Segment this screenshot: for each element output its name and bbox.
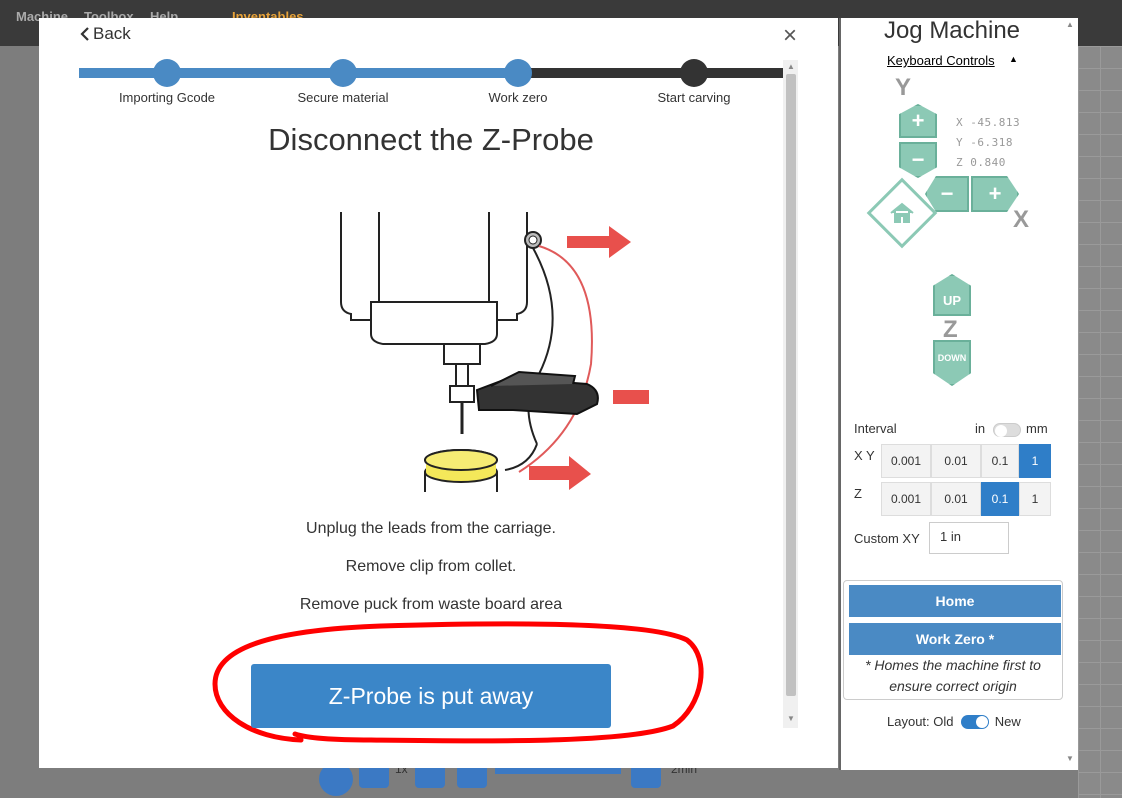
custom-xy-input[interactable]: 1 in xyxy=(929,522,1009,554)
back-label: Back xyxy=(93,24,131,43)
layout-new-label: New xyxy=(994,714,1021,729)
home-jog-button[interactable] xyxy=(866,177,938,249)
coord-y: Y -6.318 xyxy=(956,136,1013,149)
z-opt-01[interactable]: 0.1 xyxy=(981,482,1019,516)
zprobe-put-away-button[interactable]: Z-Probe is put away xyxy=(251,664,611,728)
axis-y-label: Y xyxy=(895,74,912,101)
keyboard-controls-link[interactable]: Keyboard Controls xyxy=(887,53,995,68)
unit-toggle-knob xyxy=(995,425,1007,437)
stop-button[interactable] xyxy=(359,768,389,788)
back-button[interactable]: Back xyxy=(80,24,131,44)
caret-up-icon[interactable]: ▲ xyxy=(1009,54,1018,64)
axis-x-label: X xyxy=(1013,206,1030,233)
stepper-line-done xyxy=(79,68,517,78)
z-opt-0001[interactable]: 0.001 xyxy=(881,482,931,516)
unit-toggle[interactable] xyxy=(993,423,1021,437)
playback-controls: 1x 2min xyxy=(39,762,1078,798)
jog-y-minus-button[interactable]: − xyxy=(899,142,937,178)
home-workzero-box: Home Work Zero * * Homes the machine fir… xyxy=(843,580,1063,700)
custom-xy-label: Custom XY xyxy=(854,531,920,546)
carve-wizard-modal: Back × Importing Gcode Secure material W… xyxy=(39,18,838,768)
zprobe-illustration xyxy=(340,212,649,492)
xy-opt-1[interactable]: 1 xyxy=(1019,444,1051,478)
canvas-grid xyxy=(1078,46,1122,798)
step-label-work-zero: Work zero xyxy=(488,90,548,105)
jog-x-plus-button[interactable]: + xyxy=(971,176,1019,212)
xy-opt-001[interactable]: 0.01 xyxy=(931,444,981,478)
work-zero-note: * Homes the machine first to ensure corr… xyxy=(865,657,1041,694)
jog-title: Jog Machine xyxy=(883,17,1021,44)
z-interval-selector: 0.001 0.01 0.1 1 xyxy=(881,482,1051,516)
jog-y-plus-button[interactable]: + xyxy=(899,104,937,138)
layout-toggle-knob xyxy=(976,715,989,728)
jog-z-down-button[interactable]: DOWN xyxy=(933,340,971,386)
layout-switch-row: Layout: Old New xyxy=(887,714,1021,730)
fast-forward-button[interactable] xyxy=(631,768,661,788)
chevron-left-icon xyxy=(80,27,89,41)
step-dot-secure xyxy=(329,59,357,87)
unit-mm-label: mm xyxy=(1026,421,1048,436)
instruction-1: Unplug the leads from the carriage. xyxy=(306,520,556,537)
rewind-button[interactable] xyxy=(457,768,487,788)
jog-scroll-down-icon[interactable]: ▼ xyxy=(1066,754,1074,763)
coord-z: Z 0.840 xyxy=(956,156,1006,169)
z-opt-1[interactable]: 1 xyxy=(1019,482,1051,516)
scroll-down-icon[interactable]: ▼ xyxy=(787,714,795,723)
jog-machine-panel: Jog Machine Keyboard Controls ▲ Y X Z X … xyxy=(839,17,1078,770)
up-label: UP xyxy=(942,292,962,308)
xy-interval-selector: 0.001 0.01 0.1 1 xyxy=(881,444,1051,478)
unit-in-label: in xyxy=(975,421,986,436)
modal-scrollbar-thumb[interactable] xyxy=(786,74,796,696)
step-label-secure: Secure material xyxy=(297,90,389,105)
step-label-start: Start carving xyxy=(657,90,731,105)
modal-title: Disconnect the Z-Probe xyxy=(268,122,594,157)
coord-x: X -45.813 xyxy=(956,116,1021,129)
step-dot-start xyxy=(680,59,708,87)
xy-interval-label: X Y xyxy=(854,448,875,463)
step-dot-importing xyxy=(153,59,181,87)
close-icon[interactable]: × xyxy=(783,22,797,50)
jog-scrollbar[interactable]: ▲ ▼ xyxy=(1065,18,1078,770)
axis-z-label: Z xyxy=(943,316,958,343)
scroll-up-icon[interactable]: ▲ xyxy=(787,62,795,71)
instruction-2: Remove clip from collet. xyxy=(345,558,517,575)
down-label: DOWN xyxy=(937,353,967,363)
stepper-line-todo xyxy=(517,68,783,78)
layout-old-label: Layout: Old xyxy=(887,714,954,729)
progress-stepper xyxy=(79,59,783,87)
home-button[interactable]: Home xyxy=(849,585,1061,617)
step-label-importing: Importing Gcode xyxy=(118,90,216,105)
work-zero-button[interactable]: Work Zero * xyxy=(849,623,1061,655)
xy-opt-01[interactable]: 0.1 xyxy=(981,444,1019,478)
layout-toggle[interactable] xyxy=(961,714,990,729)
step-dot-work-zero xyxy=(504,59,532,87)
instruction-3: Remove puck from waste board area xyxy=(299,596,563,613)
xy-opt-0001[interactable]: 0.001 xyxy=(881,444,931,478)
z-interval-label: Z xyxy=(854,486,862,501)
interval-label: Interval xyxy=(854,421,897,436)
jog-scroll-up-icon[interactable]: ▲ xyxy=(1066,20,1074,29)
step-button[interactable] xyxy=(415,768,445,788)
jog-z-up-button[interactable]: UP xyxy=(933,274,971,316)
z-opt-001[interactable]: 0.01 xyxy=(931,482,981,516)
home-icon xyxy=(890,202,914,223)
progress-slider[interactable] xyxy=(495,768,621,774)
